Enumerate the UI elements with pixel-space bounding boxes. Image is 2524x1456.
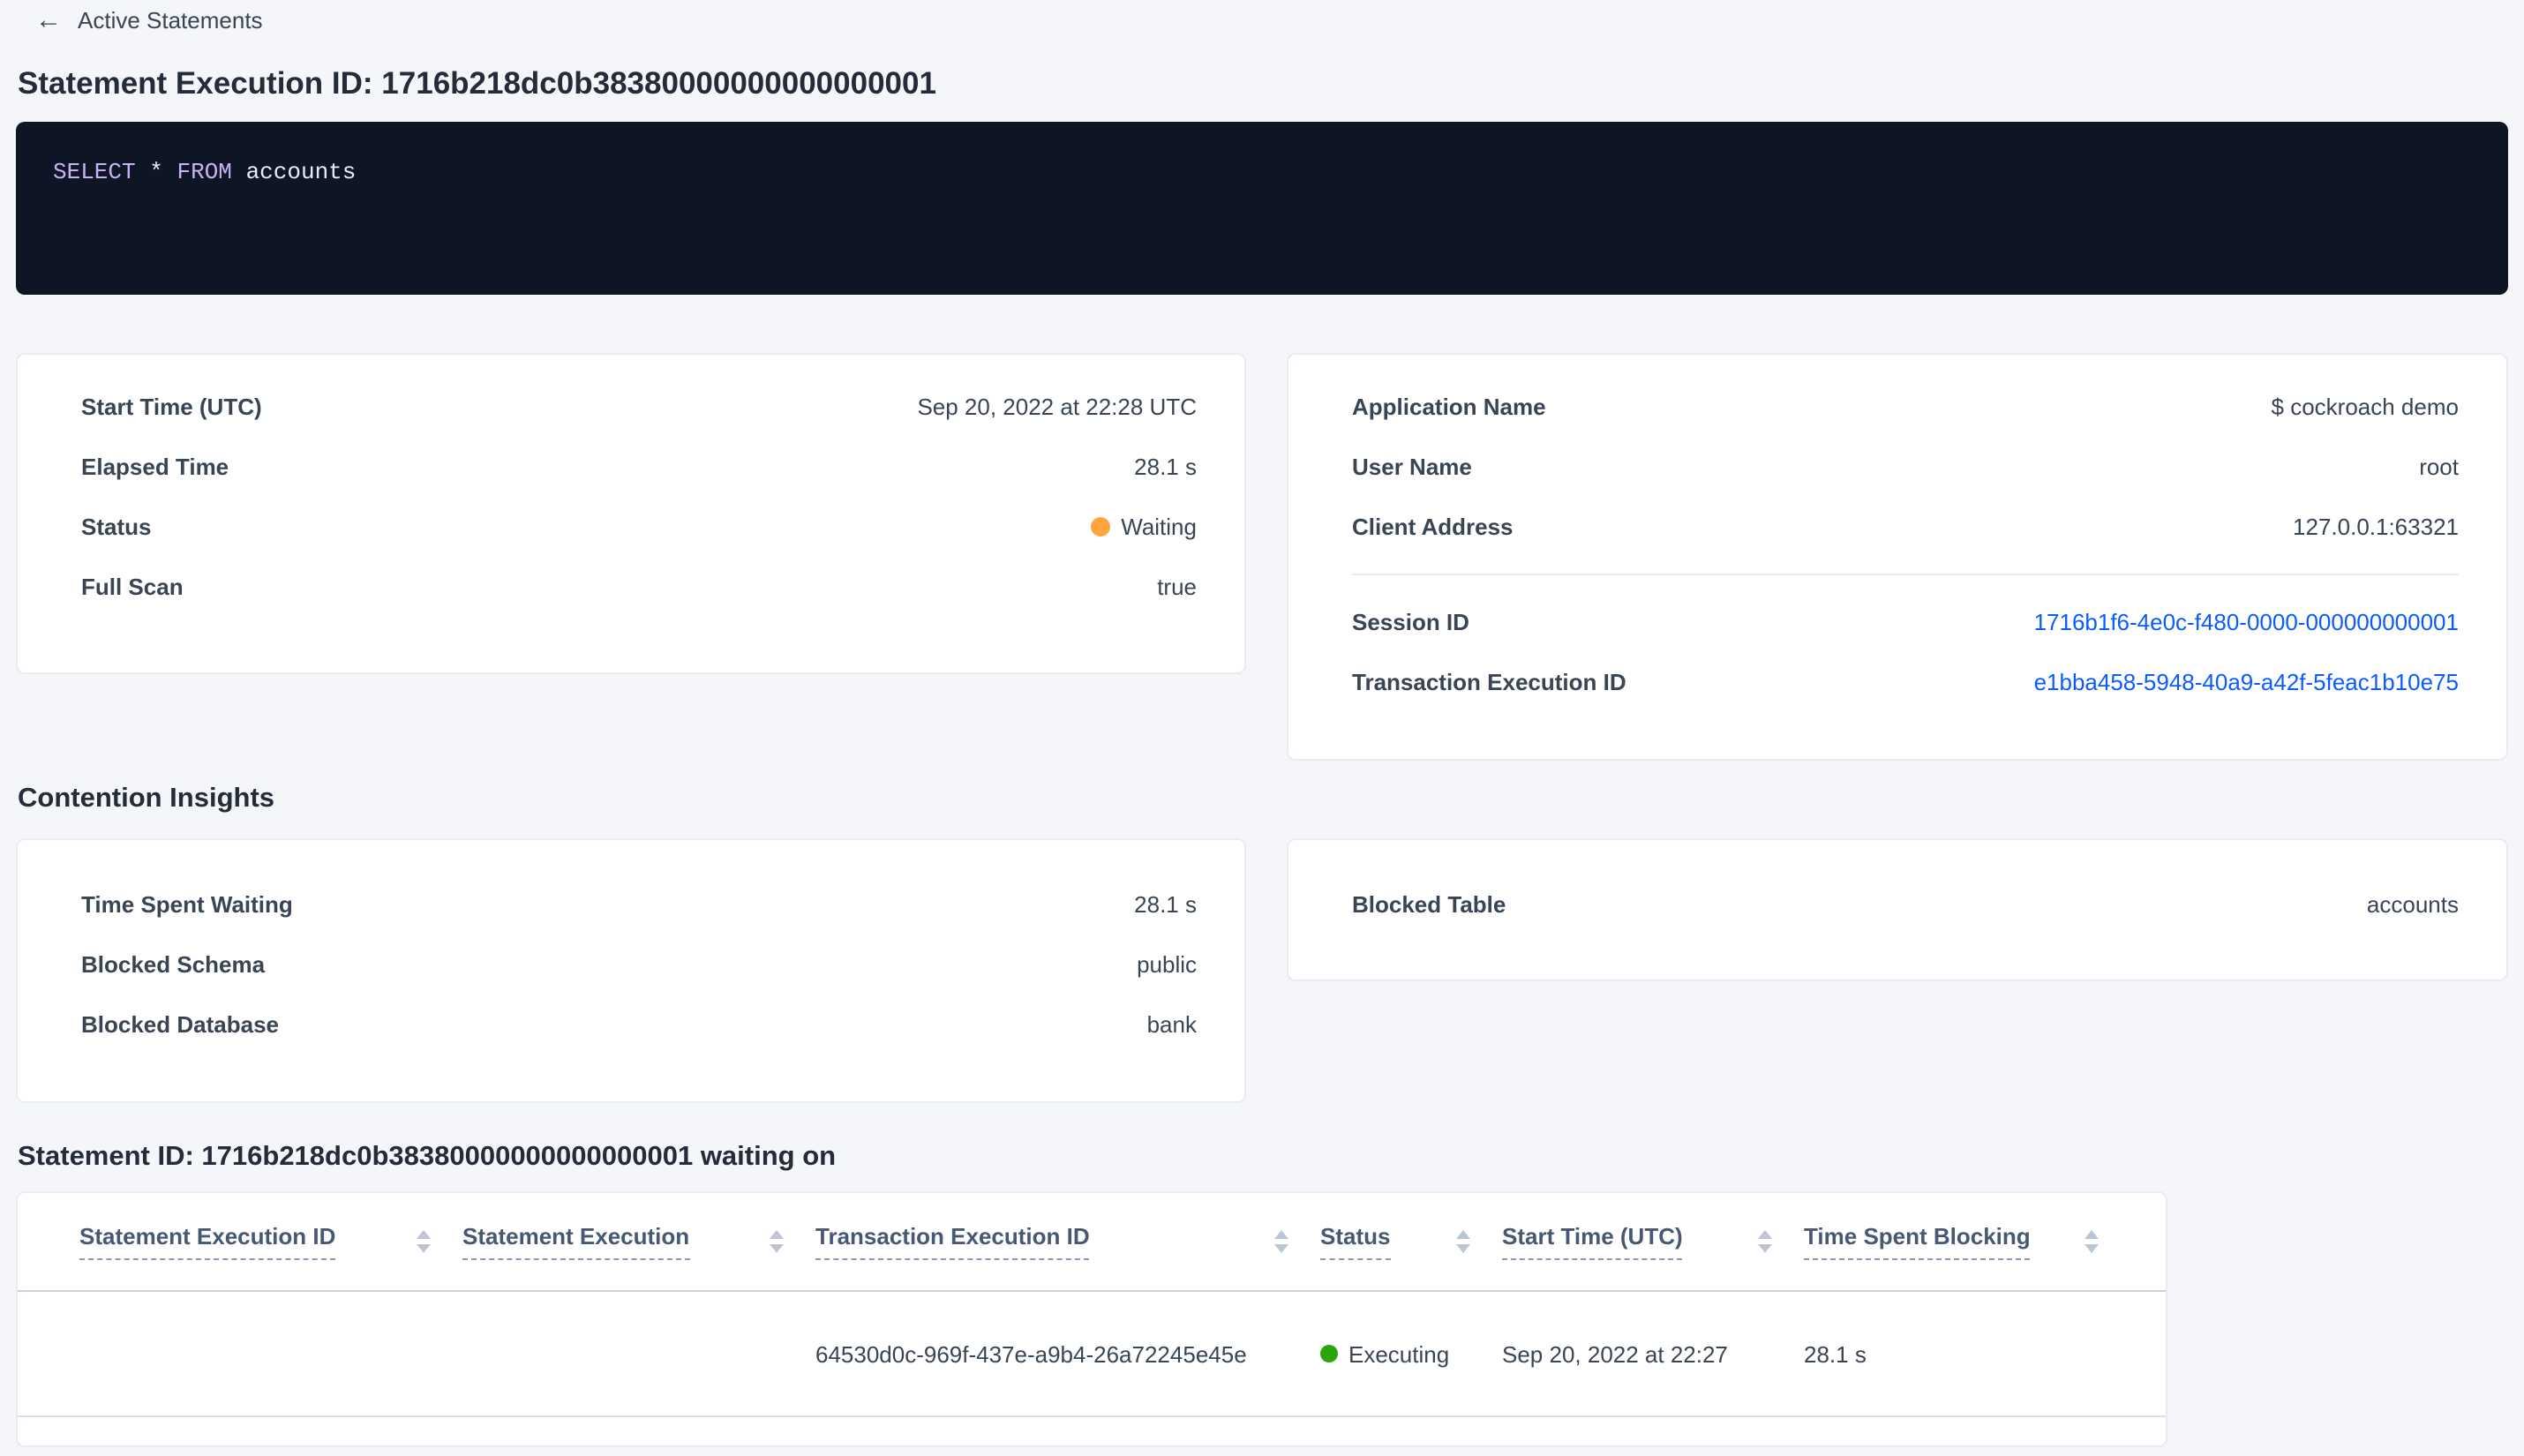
sort-icon[interactable] bbox=[770, 1230, 784, 1253]
elapsed-time-value: 28.1 s bbox=[1134, 453, 1197, 479]
blocked-table-card: Blocked Table accounts bbox=[1287, 838, 2508, 981]
topbar: ← Active Statements bbox=[16, 5, 2508, 35]
column-header-statement-execution: Statement Execution bbox=[462, 1223, 815, 1260]
transaction-execution-id-row: Transaction Execution ID e1bba458-5948-4… bbox=[1352, 651, 2459, 711]
session-card-divider bbox=[1352, 574, 2459, 575]
application-name-row: Application Name $ cockroach demo bbox=[1352, 376, 2459, 436]
column-header-statement-execution-id: Statement Execution ID bbox=[79, 1223, 462, 1260]
execution-details-card: Start Time (UTC) Sep 20, 2022 at 22:28 U… bbox=[16, 353, 1246, 674]
full-scan-value: true bbox=[1157, 573, 1197, 599]
column-header-status: Status bbox=[1320, 1223, 1502, 1260]
table-header-row: Statement Execution ID Statement Executi… bbox=[18, 1193, 2166, 1292]
statement-execution-details-page: ← Active Statements Statement Execution … bbox=[0, 0, 2524, 1456]
statement-execution-id-header-label[interactable]: Statement Execution ID bbox=[79, 1223, 336, 1260]
sort-icon[interactable] bbox=[1274, 1230, 1288, 1253]
transaction-execution-id-label: Transaction Execution ID bbox=[1352, 668, 1626, 694]
blocked-table-label: Blocked Table bbox=[1352, 890, 1506, 917]
session-id-row: Session ID 1716b1f6-4e0c-f480-0000-00000… bbox=[1352, 591, 2459, 651]
status-header-label[interactable]: Status bbox=[1320, 1223, 1391, 1260]
contention-details-card: Time Spent Waiting 28.1 s Blocked Schema… bbox=[16, 838, 1246, 1103]
waiting-on-heading: Statement ID: 1716b218dc0b38380000000000… bbox=[18, 1142, 837, 1172]
time-spent-waiting-row: Time Spent Waiting 28.1 s bbox=[81, 874, 1197, 934]
full-scan-label: Full Scan bbox=[81, 573, 184, 599]
status-waiting-dot-icon bbox=[1091, 516, 1111, 536]
start-time-header-label[interactable]: Start Time (UTC) bbox=[1502, 1223, 1683, 1260]
status-executing-dot-icon bbox=[1320, 1345, 1338, 1362]
elapsed-time-row: Elapsed Time 28.1 s bbox=[81, 436, 1197, 496]
blocked-schema-row: Blocked Schema public bbox=[81, 934, 1197, 994]
session-id-link[interactable]: 1716b1f6-4e0c-f480-0000-000000000001 bbox=[2034, 608, 2459, 634]
sort-icon[interactable] bbox=[1456, 1230, 1470, 1253]
back-to-active-statements-link[interactable]: ← Active Statements bbox=[35, 7, 263, 34]
sort-icon[interactable] bbox=[2085, 1230, 2099, 1253]
column-header-transaction-execution-id: Transaction Execution ID bbox=[815, 1223, 1320, 1260]
user-name-label: User Name bbox=[1352, 453, 1472, 479]
sql-statement-box: SELECT * FROM accounts bbox=[16, 122, 2508, 295]
contention-insights-heading: Contention Insights bbox=[18, 784, 275, 814]
blocked-table-row: Blocked Table accounts bbox=[1352, 874, 2459, 934]
client-address-row: Client Address 127.0.0.1:63321 bbox=[1352, 496, 2459, 556]
sql-star: * bbox=[149, 159, 163, 185]
client-address-value: 127.0.0.1:63321 bbox=[2293, 513, 2459, 539]
cell-status: Executing bbox=[1320, 1340, 1502, 1367]
arrow-left-icon: ← bbox=[35, 5, 62, 35]
client-address-label: Client Address bbox=[1352, 513, 1514, 539]
status-executing-text: Executing bbox=[1348, 1340, 1450, 1367]
statement-execution-header-label[interactable]: Statement Execution bbox=[462, 1223, 690, 1260]
sort-icon[interactable] bbox=[1758, 1230, 1772, 1253]
start-time-label: Start Time (UTC) bbox=[81, 393, 262, 419]
blocked-table-value: accounts bbox=[2366, 890, 2459, 917]
table-row: 64530d0c-969f-437e-a9b4-26a72245e45e Exe… bbox=[18, 1292, 2166, 1417]
cell-time-spent-blocking: 28.1 s bbox=[1804, 1340, 1867, 1367]
session-id-label: Session ID bbox=[1352, 608, 1469, 634]
elapsed-time-label: Elapsed Time bbox=[81, 453, 229, 479]
sql-keyword-select: SELECT bbox=[53, 159, 136, 185]
status-value: Waiting bbox=[1091, 513, 1197, 539]
session-details-card: Application Name $ cockroach demo User N… bbox=[1287, 353, 2508, 761]
transaction-execution-id-link[interactable]: e1bba458-5948-40a9-a42f-5feac1b10e75 bbox=[2034, 668, 2459, 694]
blocked-database-row: Blocked Database bank bbox=[81, 994, 1197, 1054]
column-header-start-time: Start Time (UTC) bbox=[1502, 1223, 1804, 1260]
sort-icon[interactable] bbox=[417, 1230, 431, 1253]
blocked-schema-label: Blocked Schema bbox=[81, 950, 266, 977]
status-row: Status Waiting bbox=[81, 496, 1197, 556]
page-title: Statement Execution ID: 1716b218dc0b3838… bbox=[18, 65, 936, 101]
blocked-database-value: bank bbox=[1146, 1010, 1197, 1037]
cell-start-time: Sep 20, 2022 at 22:27 bbox=[1502, 1340, 1728, 1367]
status-label: Status bbox=[81, 513, 152, 539]
blocked-database-label: Blocked Database bbox=[81, 1010, 279, 1037]
time-spent-blocking-header-label[interactable]: Time Spent Blocking bbox=[1804, 1223, 2031, 1260]
waiting-statements-table: Statement Execution ID Statement Executi… bbox=[16, 1191, 2167, 1447]
back-link-label: Active Statements bbox=[78, 7, 263, 34]
start-time-row: Start Time (UTC) Sep 20, 2022 at 22:28 U… bbox=[81, 376, 1197, 436]
application-name-label: Application Name bbox=[1352, 393, 1546, 419]
status-waiting-text: Waiting bbox=[1121, 513, 1197, 539]
start-time-value: Sep 20, 2022 at 22:28 UTC bbox=[917, 393, 1197, 419]
time-spent-waiting-value: 28.1 s bbox=[1134, 890, 1197, 917]
time-spent-waiting-label: Time Spent Waiting bbox=[81, 890, 293, 917]
user-name-value: root bbox=[2419, 453, 2459, 479]
user-name-row: User Name root bbox=[1352, 436, 2459, 496]
overview-cards-row: Start Time (UTC) Sep 20, 2022 at 22:28 U… bbox=[16, 353, 2508, 761]
cell-transaction-execution-id: 64530d0c-969f-437e-a9b4-26a72245e45e bbox=[815, 1340, 1247, 1367]
transaction-execution-id-header-label[interactable]: Transaction Execution ID bbox=[815, 1223, 1090, 1260]
sql-keyword-from: FROM bbox=[177, 159, 232, 185]
full-scan-row: Full Scan true bbox=[81, 556, 1197, 616]
sql-statement-text: SELECT * FROM accounts bbox=[53, 159, 356, 185]
blocked-schema-value: public bbox=[1137, 950, 1197, 977]
application-name-value: $ cockroach demo bbox=[2271, 393, 2459, 419]
contention-cards-row: Time Spent Waiting 28.1 s Blocked Schema… bbox=[16, 838, 2508, 1103]
sql-table-name: accounts bbox=[245, 159, 357, 185]
column-header-time-spent-blocking: Time Spent Blocking bbox=[1804, 1223, 2130, 1260]
